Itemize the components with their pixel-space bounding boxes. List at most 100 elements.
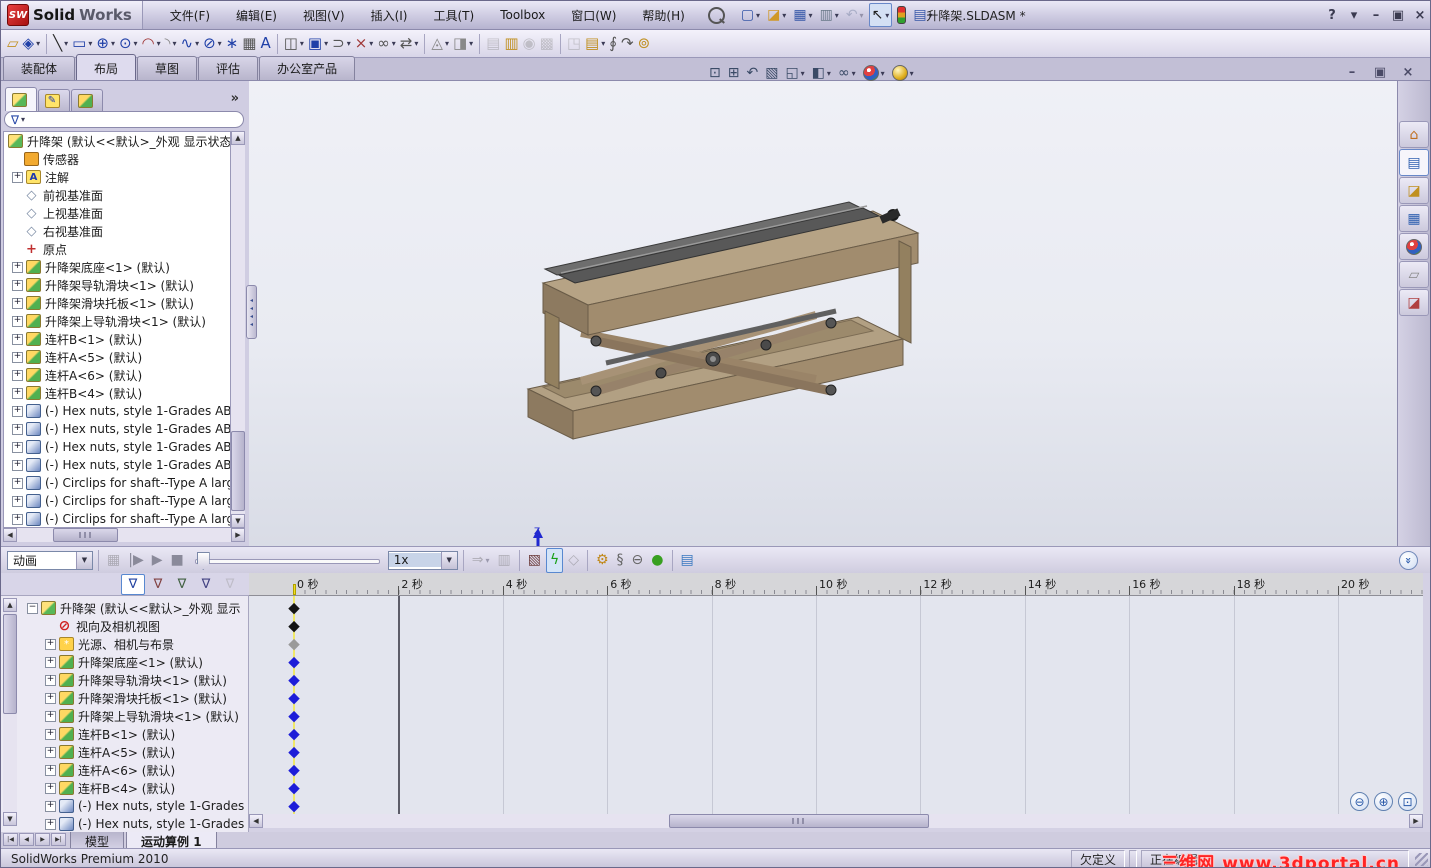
feature-tree-item[interactable]: +原点 (4, 240, 230, 258)
centerpoint-arc-icon[interactable]: ◠▾ (140, 32, 163, 56)
minimize-button[interactable]: – (1368, 8, 1384, 23)
menu-item[interactable]: 窗口(W) (558, 1, 629, 29)
menu-item[interactable]: 工具(T) (420, 1, 487, 29)
spring-button[interactable]: § (614, 549, 627, 572)
expander-plus-icon[interactable]: + (45, 639, 56, 650)
keyframe-diamond[interactable]: ◆ (288, 637, 300, 652)
feature-tree-item[interactable]: +(-) Hex nuts, style 1-Grades AB GB<1> (4, 402, 230, 420)
rectangle-icon[interactable]: ▭▾ (70, 32, 94, 56)
expander-plus-icon[interactable]: + (12, 172, 23, 183)
motion-tree-item[interactable]: +(-) Hex nuts, style 1-Grades AB (1, 815, 248, 833)
propertymanager-tab[interactable]: ✎ (38, 89, 70, 111)
doc-restore-button[interactable]: ▣ (1372, 65, 1388, 80)
chevron-down-icon[interactable]: ▼ (76, 552, 92, 569)
feature-tree-item[interactable]: +升降架底座<1> (默认) (4, 258, 230, 276)
animation-wizard-button[interactable]: ▧ (525, 549, 544, 572)
feature-tree-item[interactable]: +连杆B<4> (默认) (4, 384, 230, 402)
configurationmanager-tab[interactable] (71, 89, 103, 111)
gravity-button[interactable]: ● (648, 549, 666, 572)
view-palette-icon[interactable]: ▦ (1399, 205, 1429, 232)
keyframe-diamond[interactable]: ◆ (288, 781, 300, 796)
spline-icon[interactable]: ∿▾ (178, 32, 201, 56)
hide-show-items-icon[interactable]: ∞▾ (836, 62, 858, 84)
expander-plus-icon[interactable]: + (12, 514, 23, 525)
keyframe-diamond[interactable]: ◆ (288, 709, 300, 724)
view-orientation-icon[interactable]: ◱▾ (783, 62, 806, 84)
mirror-entities-icon[interactable]: ◫▾ (282, 32, 306, 56)
feature-tree-item[interactable]: +升降架上导轨滑块<1> (默认) (4, 312, 230, 330)
feature-tree-item[interactable]: ◇右视基准面 (4, 222, 230, 240)
expander-plus-icon[interactable]: + (12, 496, 23, 507)
graphics-area[interactable]: Z Y X (249, 81, 1431, 546)
solidworks-resources-icon[interactable]: ⌂ (1399, 121, 1429, 148)
motion-tree-item[interactable]: −升降架 (默认<<默认>_外观 显示 (1, 599, 248, 617)
help-button[interactable]: ? (1324, 8, 1340, 23)
feature-tree-item[interactable]: ◇前视基准面 (4, 186, 230, 204)
expander-plus-icon[interactable]: + (45, 711, 56, 722)
chevron-down-icon[interactable]: ▼ (441, 552, 457, 569)
tab-sketch[interactable]: 草图 (137, 56, 197, 80)
slider-thumb[interactable] (197, 552, 210, 570)
timeline-zoom-out-button[interactable]: ⊖ (1350, 792, 1369, 811)
play-button[interactable]: ▶ (149, 549, 166, 572)
keyframe-diamond[interactable]: ◆ (288, 763, 300, 778)
feature-tree-item[interactable]: +(-) Circlips for shaft--Type A large GB… (4, 510, 230, 528)
export-animation-button[interactable]: ⇒▾ (469, 549, 493, 572)
open-button[interactable]: ◪▾ (765, 4, 788, 26)
keyframe-diamond[interactable]: ◆ (288, 727, 300, 742)
motor-button[interactable]: ⚙ (593, 549, 612, 572)
smart-fasteners-icon[interactable]: ⊚ (636, 32, 653, 56)
trim-entities-icon[interactable]: ×▾ (353, 32, 376, 56)
close-button[interactable]: × (1412, 8, 1428, 23)
tab-office-products[interactable]: 办公室产品 (259, 56, 355, 80)
rapid-sketch-icon[interactable]: ◨▾ (451, 32, 475, 56)
format-painter-icon[interactable]: ▩ (538, 32, 556, 56)
tree-filter-input[interactable]: ∇ ▾ (4, 111, 244, 128)
assembly-model[interactable] (501, 193, 931, 453)
quick-snaps-icon[interactable]: ◬▾ (429, 32, 451, 56)
search-icon[interactable] (708, 7, 725, 24)
insert-annotation-icon[interactable]: ▥ (502, 32, 520, 56)
feature-tree-item[interactable]: 传感器 (4, 150, 230, 168)
scroll-right-icon[interactable]: ▶ (1409, 814, 1423, 828)
feature-tree-item[interactable]: +升降架导轨滑块<1> (默认) (4, 276, 230, 294)
menu-item[interactable]: 编辑(E) (223, 1, 290, 29)
feature-tree-item[interactable]: +(-) Hex nuts, style 1-Grades AB GB<4> (4, 456, 230, 474)
playhead-marker[interactable] (293, 584, 296, 595)
appearances-scenes-icon[interactable] (1399, 233, 1429, 260)
scroll-up-icon[interactable]: ▲ (231, 131, 245, 145)
menu-item[interactable]: 插入(I) (358, 1, 421, 29)
ellipse-icon[interactable]: ⊘▾ (201, 32, 224, 56)
expander-plus-icon[interactable]: + (12, 298, 23, 309)
sketch-pattern-icon[interactable]: ▦ (240, 32, 258, 56)
expander-plus-icon[interactable]: + (12, 352, 23, 363)
point-icon[interactable]: ∗ (224, 32, 241, 56)
damper-button[interactable]: ⊖ (629, 549, 647, 572)
expander-plus-icon[interactable]: + (12, 442, 23, 453)
feature-tree-hscrollbar[interactable]: ◀ ▶ (3, 528, 245, 542)
offset-entities-icon[interactable]: ⊃▾ (330, 32, 353, 56)
timeline-canvas[interactable]: ◆◆◆◆◆◆◆◆◆◆◆◆ (249, 596, 1423, 814)
feature-tree-item[interactable]: +(-) Hex nuts, style 1-Grades AB GB<3> (4, 438, 230, 456)
collapse-motionmanager-button[interactable]: » (1399, 551, 1418, 570)
perimeter-circle-icon[interactable]: ⊙▾ (117, 32, 140, 56)
filter-results-button[interactable]: ∇ (219, 575, 241, 594)
motion-tree-item[interactable]: +连杆A<6> (默认) (1, 761, 248, 779)
feature-tree-item[interactable]: +A注解 (4, 168, 230, 186)
line-icon[interactable]: ╲▾ (51, 32, 70, 56)
edit-appearance-icon[interactable]: ▾ (861, 62, 887, 84)
menu-item[interactable]: 视图(V) (290, 1, 358, 29)
section-view-icon[interactable]: ▧ (763, 62, 780, 84)
feature-tree-item[interactable]: +连杆A<5> (默认) (4, 348, 230, 366)
play-from-start-button[interactable]: |▶ (125, 549, 146, 572)
timeline-zoom-fit-button[interactable]: ⊡ (1398, 792, 1417, 811)
timeline-hscrollbar[interactable]: ◀ ▶ (249, 814, 1423, 828)
motion-tree-item[interactable]: +升降架上导轨滑块<1> (默认) (1, 707, 248, 725)
expander-plus-icon[interactable]: + (12, 460, 23, 471)
sketch-fillet-icon[interactable]: ◝▾ (163, 32, 179, 56)
first-tab-button[interactable]: |◀ (3, 833, 18, 846)
scroll-down-icon[interactable]: ▼ (3, 812, 17, 826)
keyframe-diamond[interactable]: ◆ (288, 745, 300, 760)
prev-tab-button[interactable]: ◀ (19, 833, 34, 846)
feature-tree-vscrollbar[interactable]: ▲ ▼ (231, 131, 245, 528)
